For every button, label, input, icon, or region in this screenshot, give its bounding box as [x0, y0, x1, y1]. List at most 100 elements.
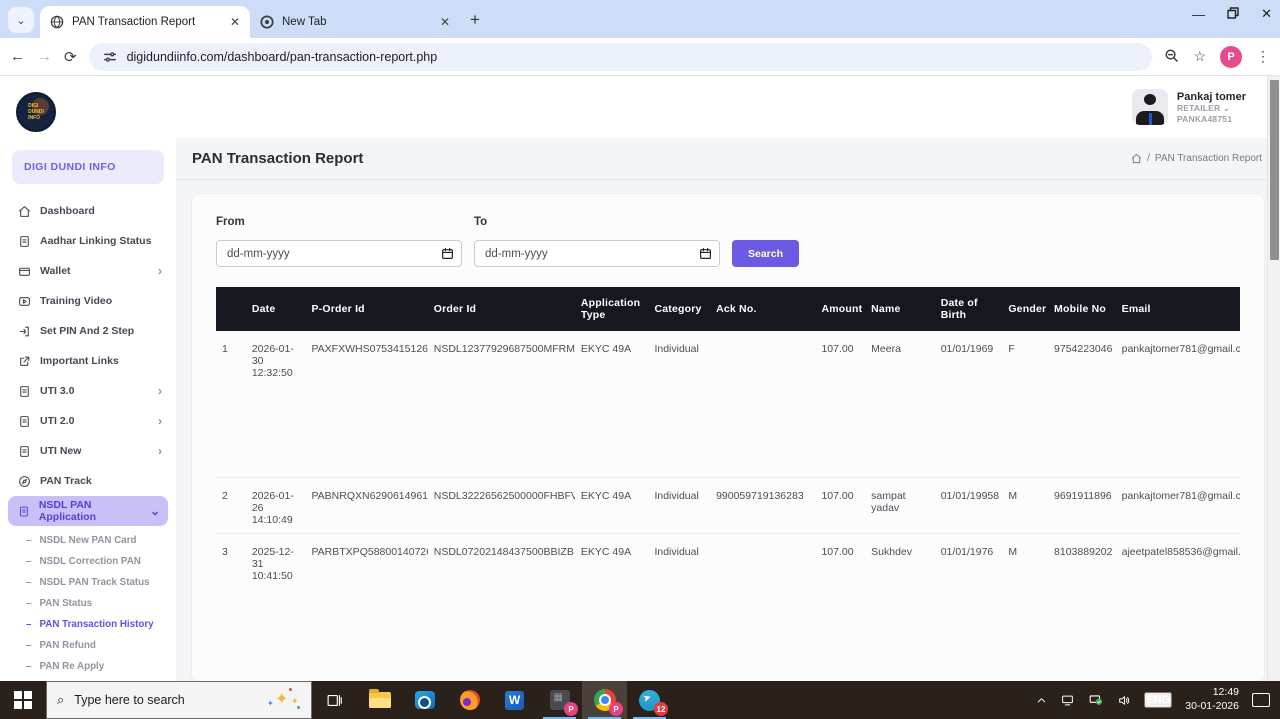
document-icon — [20, 415, 29, 427]
sidebar-item-nsdl-pan-application[interactable]: NSDL PAN Application ⌄ — [8, 496, 168, 526]
table-column-header: Name — [865, 287, 935, 331]
table-cell: 2026-01-26 14:10:49 — [245, 477, 306, 534]
wallet-icon — [19, 267, 30, 276]
sidebar-subitem-label: PAN Status — [39, 598, 93, 609]
sidebar-brand[interactable]: DIGI DUNDI INFO — [12, 150, 164, 184]
display-tray-icon[interactable] — [1060, 694, 1075, 707]
sidebar-item-pan-track[interactable]: PAN Track — [0, 466, 176, 496]
taskbar-clock[interactable]: 12:49 30-01-2026 — [1185, 686, 1239, 713]
calendar-icon[interactable] — [441, 247, 454, 260]
sidebar-item-uti-20[interactable]: UTI 2.0 › — [0, 406, 176, 436]
zoom-icon[interactable] — [1164, 48, 1179, 66]
table-cell: 1 — [216, 331, 246, 478]
network-tray-icon[interactable] — [1088, 693, 1104, 707]
sidebar-item-uti-30[interactable]: UTI 3.0 › — [0, 376, 176, 406]
dash-icon: – — [26, 577, 32, 588]
new-tab-button[interactable]: + — [470, 10, 480, 30]
table-cell: EKYC 49A — [574, 533, 649, 681]
sidebar-subitem[interactable]: – NSDL New PAN Card — [0, 530, 176, 551]
table-cell: Individual — [648, 477, 711, 534]
reload-button[interactable]: ⟳ — [64, 48, 77, 66]
chevron-down-icon: ⌄ — [149, 504, 160, 518]
document-icon — [20, 235, 29, 247]
language-indicator[interactable]: ENG — [1144, 692, 1173, 708]
file-explorer-button[interactable] — [357, 681, 402, 719]
table-column-header: Gender — [1002, 287, 1049, 331]
home-icon[interactable] — [1131, 153, 1142, 164]
word-button[interactable]: W — [492, 681, 537, 719]
dash-icon: – — [26, 661, 32, 672]
window-minimize-button[interactable]: — — [1192, 7, 1205, 22]
table-cell: PARBTXPQ58800140726 — [305, 533, 428, 681]
sidebar-subitem[interactable]: – NSDL Correction PAN — [0, 551, 176, 572]
sidebar-item-training-video[interactable]: Training Video — [0, 286, 176, 316]
window-close-button[interactable]: ✕ — [1261, 6, 1272, 22]
table-cell: 2 — [216, 477, 246, 534]
search-button[interactable]: Search — [732, 240, 800, 267]
start-button[interactable] — [0, 681, 46, 719]
globe-icon — [260, 15, 274, 29]
table-cell: 107.00 — [815, 477, 866, 534]
tab-search-button[interactable]: ⌄ — [8, 7, 34, 33]
compass-icon — [19, 475, 30, 487]
sidebar-item-important-links[interactable]: Important Links — [0, 346, 176, 376]
sidebar-item-dashboard[interactable]: Dashboard — [0, 196, 176, 226]
browser-menu-icon[interactable]: ⋮ — [1256, 48, 1270, 65]
clock-date: 30-01-2026 — [1185, 700, 1239, 712]
outlook-icon — [414, 691, 435, 709]
sidebar-subitem[interactable]: – PAN Re Apply — [0, 656, 176, 677]
sidebar-subitem[interactable]: – PAN Status — [0, 593, 176, 614]
table-cell: NSDL07202148437500BBIZB — [427, 533, 575, 681]
browser-profile-avatar[interactable]: P — [1220, 45, 1242, 68]
profile-badge: P — [564, 702, 578, 716]
word-icon: W — [505, 690, 524, 710]
page-scrollbar[interactable] — [1267, 76, 1280, 681]
sidebar-item-wallet[interactable]: Wallet › — [0, 256, 176, 286]
task-view-icon — [327, 694, 342, 706]
sidebar-subitem[interactable]: – PAN Transaction History — [0, 614, 176, 635]
speaker-icon — [1119, 695, 1130, 705]
sidebar-item-label: Wallet — [40, 265, 71, 277]
from-label: From — [216, 216, 245, 228]
forward-button[interactable]: → — [37, 48, 52, 65]
dash-icon: – — [26, 598, 32, 609]
tab-new-tab[interactable]: New Tab ✕ — [250, 6, 460, 38]
taskbar-search[interactable]: ⌕ Type here to search ✦ ✦ ✦ — [46, 681, 312, 719]
sidebar-subitem[interactable]: – PAN Refund — [0, 635, 176, 656]
toolbar-right: ☆ P ⋮ — [1164, 45, 1270, 68]
action-center-button[interactable] — [1252, 693, 1270, 707]
tray-expand-icon[interactable] — [1036, 695, 1047, 706]
pinned-app-button[interactable]: P — [537, 681, 582, 719]
volume-tray-icon[interactable] — [1117, 694, 1131, 707]
window-restore-button[interactable] — [1227, 6, 1239, 22]
firefox-button[interactable] — [447, 681, 492, 719]
table-column-header: Date — [245, 287, 306, 331]
from-date-input[interactable] — [216, 240, 462, 267]
windows-logo-icon — [14, 691, 32, 709]
scrollbar-thumb[interactable] — [1270, 80, 1279, 260]
tab-pan-transaction-report[interactable]: PAN Transaction Report ✕ — [40, 6, 250, 38]
sidebar-item-set-pin[interactable]: Set PIN And 2 Step — [0, 316, 176, 346]
browser-tabstrip: ⌄ PAN Transaction Report ✕ New Tab ✕ + —… — [0, 0, 1280, 38]
bookmark-star-icon[interactable]: ☆ — [1193, 48, 1206, 65]
url-bar[interactable]: digidundiinfo.com/dashboard/pan-transact… — [88, 42, 1153, 71]
tab-close-icon[interactable]: ✕ — [230, 15, 240, 29]
user-menu[interactable]: Pankaj tomer RETAILER ⌄ PANKA48751 — [1131, 89, 1246, 125]
table-cell: 9691911896 — [1048, 477, 1116, 534]
calendar-icon[interactable] — [699, 247, 712, 260]
telegram-button[interactable]: 12 — [627, 681, 672, 719]
back-button[interactable]: ← — [10, 48, 25, 65]
sidebar-item-aadhar-linking-status[interactable]: Aadhar Linking Status — [0, 226, 176, 256]
outlook-button[interactable] — [402, 681, 447, 719]
table-column-header: P-Order Id — [305, 287, 428, 331]
tab-close-icon[interactable]: ✕ — [440, 15, 450, 29]
task-view-button[interactable] — [312, 681, 357, 719]
tab-title: PAN Transaction Report — [72, 16, 196, 28]
sidebar-subitem[interactable]: – NSDL PAN Track Status — [0, 572, 176, 593]
chrome-button[interactable]: P — [582, 681, 627, 719]
table-cell: M — [1002, 533, 1049, 681]
notification-icon — [1252, 693, 1270, 707]
to-date-input[interactable] — [474, 240, 720, 267]
app-logo[interactable]: DIGI DUNDI INFO — [16, 92, 56, 132]
sidebar-item-uti-new[interactable]: UTI New › — [0, 436, 176, 466]
